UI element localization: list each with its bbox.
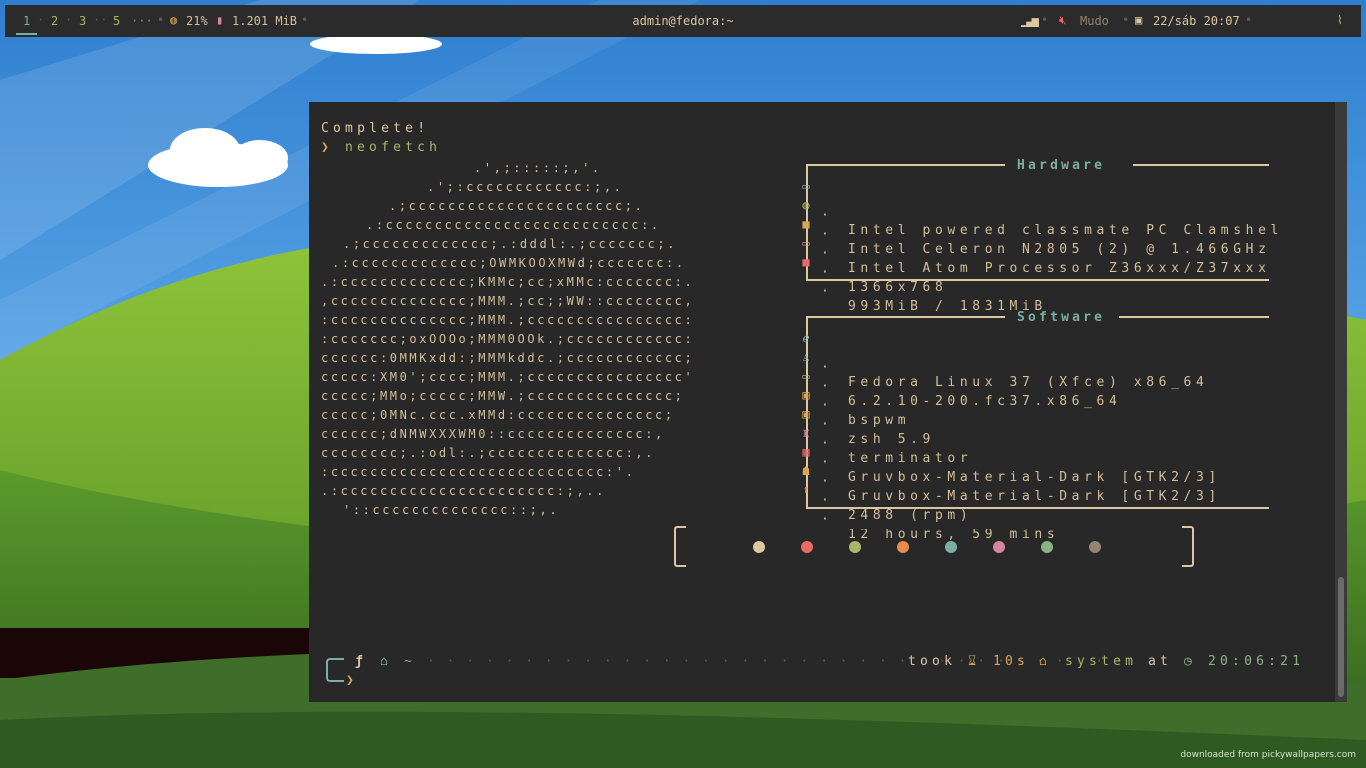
- hourglass-icon: ⌛︎: [968, 654, 977, 669]
- ascii-line: cccccc:0MMKxdd:;MMMkddc.;cccccccccccc;: [321, 351, 695, 365]
- prompt-arrow: ❯: [321, 140, 329, 155]
- info-row-theme: ♜ · Gruvbox-Material-Dark [GTK2/3]: [799, 425, 1216, 485]
- info-row-wm: ▭ · bspwm: [799, 368, 905, 428]
- input-cursor[interactable]: ❯: [346, 673, 354, 688]
- ascii-line: :cccccccccccccccccccccccccccc:'.: [321, 465, 636, 479]
- previous-output: Complete!: [321, 121, 430, 136]
- ascii-line: cccccccc;.:odl:.;cccccccccccccc:,.: [321, 446, 656, 460]
- current-path: ~: [404, 654, 412, 669]
- ascii-line: .:cccccccccccccccccccccccccc:.: [366, 218, 661, 232]
- ascii-line: .;cccccccccccccccccccccc;.: [389, 199, 645, 213]
- frame-line: [1119, 316, 1269, 318]
- ascii-line: .';:cccccccccccc:;,.: [427, 180, 624, 194]
- info-row-kernel: ♙ · 6.2.10-200.fc37.x86_64: [799, 349, 1116, 409]
- datetime[interactable]: 22/sáb 20:07: [1153, 14, 1240, 28]
- color-swatch-8: [1089, 541, 1101, 553]
- command-text: neofetch: [345, 140, 442, 155]
- ascii-line: :cccccccccccccc;MMM.;cccccccccccccccc:: [321, 313, 695, 327]
- color-swatch-6: [993, 541, 1005, 553]
- prompt-user: system: [1065, 654, 1138, 669]
- color-swatch-5: [945, 541, 957, 553]
- color-swatch-3: [849, 541, 861, 553]
- took-label: took: [908, 654, 957, 669]
- color-swatch-2: [801, 541, 813, 553]
- separator-dot: •: [1041, 13, 1049, 27]
- frame-line: [807, 164, 1005, 166]
- frame-line: [807, 316, 1005, 318]
- ascii-line: .',;:::::;,'.: [474, 161, 602, 175]
- fedora-icon: ƒ: [355, 654, 363, 669]
- ascii-line: .:ccccccccccccc;OWMKOOXMWd;ccccccc:.: [332, 256, 686, 270]
- memory-icon: ■: [802, 255, 810, 269]
- calendar-icon: ▣: [1135, 13, 1143, 27]
- info-row-fan: ☗ · 2488 (rpm): [799, 463, 967, 523]
- info-row-shell: ▣ · zsh 5.9: [799, 387, 930, 447]
- wallpaper-watermark: downloaded from pickywallpapers.com: [1180, 750, 1356, 760]
- ascii-line: '::cccccccccccccc::;,.: [343, 503, 560, 517]
- chip-icon: ■: [802, 217, 810, 231]
- paint-icon: ♜: [802, 426, 810, 440]
- scrollbar-track[interactable]: [1335, 102, 1347, 702]
- info-row-uptime: ⬆ · 12 hours, 59 mins: [799, 482, 1054, 542]
- info-row-resolution: ▭ · 1366x768: [799, 235, 942, 295]
- command-duration: 10s: [993, 654, 1030, 669]
- color-palette: [674, 525, 1194, 568]
- ascii-line: cccccc;dNMWXXXWM0::cccccccccccccc:,: [321, 427, 665, 441]
- shell-icon: ▣: [802, 388, 810, 402]
- monitor-icon: ▭: [802, 236, 810, 250]
- separator-dot: •: [1122, 13, 1130, 27]
- ascii-line: .:cccccccccccccccccccccc:;,..: [321, 484, 606, 498]
- ascii-line: .;ccccccccccccc;.:dddl:.;ccccccc;.: [343, 237, 678, 251]
- attachment-icon[interactable]: ⌇: [1337, 13, 1343, 27]
- signal-icon: ▁▃▅: [1021, 13, 1039, 27]
- uptime-icon: ⬆: [802, 483, 810, 497]
- frame-line: [1133, 164, 1269, 166]
- prompt-time: 20:06:21: [1208, 654, 1305, 669]
- user-icon: ⌂: [1039, 654, 1047, 669]
- at-label: at: [1148, 654, 1173, 669]
- software-title: Software: [1017, 310, 1106, 325]
- clock-icon: ◷: [1184, 654, 1192, 669]
- ascii-line: .:ccccccccccccc;KMMc;cc;xMMc:ccccccc:.: [321, 275, 695, 289]
- grid-icon: ▦: [802, 445, 810, 459]
- top-panel: 1 · 2 · 3 ·· 5 ··· • ◍ 21% ▮ 1.201 MiB •…: [5, 5, 1361, 37]
- info-row-host: ▭ · Intel powered classmate PC Clamshel: [799, 178, 1278, 238]
- info-row-os: ℯ · Fedora Linux 37 (Xfce) x86_64: [799, 330, 1203, 390]
- ascii-line: :ccccccc;oxOOOo;MMM0OOk.;cccccccccccc:: [321, 332, 695, 346]
- hardware-title: Hardware: [1017, 158, 1106, 173]
- scrollbar-thumb[interactable]: [1338, 577, 1344, 697]
- laptop-icon: ▭: [802, 179, 810, 193]
- fedora-icon: ℯ: [802, 331, 810, 345]
- linux-icon: ♙: [802, 350, 810, 364]
- terminal-icon: ▣: [802, 407, 810, 421]
- info-row-icons: ▦ · Gruvbox-Material-Dark [GTK2/3]: [799, 444, 1216, 504]
- color-swatch-4: [897, 541, 909, 553]
- color-swatch-7: [1041, 541, 1053, 553]
- prompt-frame: [326, 658, 344, 682]
- ascii-line: ccccc;0MNc.ccc.xMMd:ccccccccccccccc;: [321, 408, 675, 422]
- info-row-cpu: ◍ · Intel Celeron N2805 (2) @ 1.466GHz: [799, 197, 1266, 257]
- separator-dot: •: [1245, 13, 1253, 27]
- window-icon: ▭: [802, 369, 810, 383]
- fan-icon: ☗: [802, 464, 810, 478]
- ascii-line: ,cccccccccccccc;MMM.;cc;;WW::cccccccc,: [321, 294, 695, 308]
- color-swatch-1: [753, 541, 765, 553]
- terminal-window[interactable]: Complete! ❯ neofetch .',;:::::;,'. .';:c…: [309, 102, 1347, 702]
- info-row-memory: ■ · 993MiB / 1831MiB: [799, 254, 1042, 314]
- info-row-terminal: ▣ · terminator: [799, 406, 967, 466]
- info-row-gpu: ■ · Intel Atom Processor Z36xxx/Z37xxx: [799, 216, 1266, 276]
- ascii-line: ccccc:XM0';cccc;MMM.;cccccccccccccccc': [321, 370, 695, 384]
- home-icon: ⌂: [380, 654, 388, 669]
- mute-icon[interactable]: 🔇︎: [1059, 13, 1067, 28]
- ascii-line: ccccc;MMo;ccccc;MMW.;ccccccccccccccc;: [321, 389, 685, 403]
- globe-icon: ◍: [802, 198, 810, 212]
- volume-status[interactable]: Mudo: [1080, 14, 1109, 28]
